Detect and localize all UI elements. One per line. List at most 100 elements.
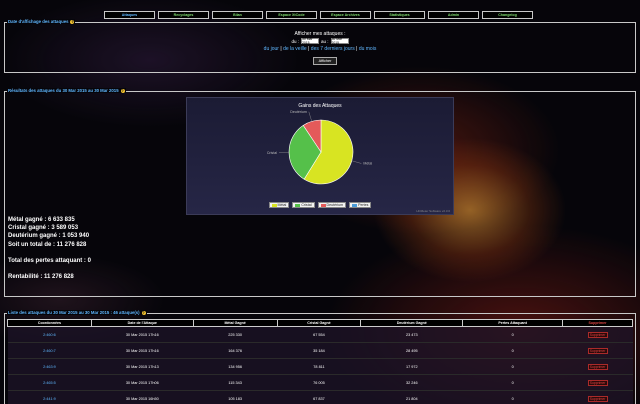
cristal-gained: Cristal gagné : 3 589 053 (8, 225, 79, 232)
pie-label-metal: Métal (363, 162, 372, 166)
pie-label-deuterium: Deutérium (290, 110, 307, 114)
pie-label-line-deuterium (308, 111, 312, 122)
pie-label-line-metal (351, 160, 362, 164)
tab-statistiques[interactable]: Statistiques (374, 11, 425, 19)
attack-date: 30 Mar 2015 17h13 (91, 358, 194, 375)
link-7-derniers-jours[interactable]: des 7 derniers jours (311, 46, 355, 52)
cristal-value: 76 005 (277, 374, 361, 391)
header-coordinates[interactable]: Coordonnées (7, 319, 92, 327)
deut-gained: Deutérium gagné : 1 053 940 (8, 233, 90, 240)
delete-button[interactable]: Supprimer (587, 395, 608, 402)
cristal-value: 67 554 (277, 326, 361, 343)
link-du-mois[interactable]: du mois (359, 46, 377, 52)
results-legend-text: Résultats des attaques du 30 Mar 2015 au… (8, 88, 119, 93)
deut-value: 17 972 (360, 358, 463, 375)
tab-recyclages[interactable]: Recyclages (158, 11, 209, 19)
help-icon[interactable]: ? (141, 310, 146, 315)
attack-date: 30 Mar 2015 17h16 (91, 342, 194, 359)
tab-bilan[interactable]: Bilan (212, 11, 263, 19)
table-row: 2:441:9 30 Mar 2015 16h50 105 183 67 837 21 … (7, 390, 633, 404)
tab-admin[interactable]: Admin (428, 11, 479, 19)
delete-cell: Supprimer (562, 326, 633, 343)
to-date-input[interactable]: 30 Mar 2015 (330, 37, 349, 45)
date-filter-legend: Date d'affichage des attaques ? (7, 19, 76, 24)
help-icon[interactable]: ? (70, 19, 75, 24)
date-filter-legend-text: Date d'affichage des attaques (8, 19, 69, 24)
legend-label: Deutérium (326, 203, 344, 207)
legend-swatch (320, 203, 326, 207)
deut-value: 32 246 (360, 374, 463, 391)
delete-button[interactable]: Supprimer (587, 363, 608, 370)
losses-value: 0 (462, 342, 563, 359)
table-row: 2:460:7 30 Mar 2015 17h16 164 376 35 184 28 … (7, 342, 633, 359)
metal-value: 115 343 (193, 374, 278, 391)
deut-value: 28 495 (360, 342, 463, 359)
coordinates-link[interactable]: 2:463:9 (7, 358, 92, 375)
tab-attaques[interactable]: Attaques (104, 11, 155, 19)
delete-button[interactable]: Supprimer (587, 379, 608, 386)
legend-item-deuterium[interactable]: Deutérium (317, 202, 347, 208)
chart-legend: Métal Cristal Deutérium Pertes (187, 202, 453, 208)
quick-range-links: du jour | de la veille | des 7 derniers … (263, 46, 377, 52)
gains-chart: Gains des Attaques Métal Cristal Deutérium… (186, 97, 454, 215)
help-icon[interactable]: ? (120, 88, 125, 93)
delete-button[interactable]: Supprimer (587, 347, 608, 354)
deut-value: 21 804 (360, 390, 463, 404)
legend-item-cristal[interactable]: Cristal (292, 202, 315, 208)
legend-label: Cristal (301, 203, 312, 207)
link-de-la-veille[interactable]: de la veille (283, 46, 307, 52)
attack-date: 30 Mar 2015 17h06 (91, 374, 194, 391)
pie-chart: Métal Cristal Deutérium (267, 110, 372, 185)
tab-espace-archives[interactable]: Espace Archives (320, 11, 371, 19)
attack-date: 30 Mar 2015 16h50 (91, 390, 194, 404)
table-row: 2:465:5 30 Mar 2015 17h06 115 343 76 005 32 … (7, 374, 633, 391)
header-losses[interactable]: Pertes Attaquant (462, 319, 564, 327)
results-panel: Résultats des attaques du 30 Mar 2015 au… (4, 88, 636, 297)
attack-list-panel: Liste des attaques du 30 Mar 2015 au 30 … (4, 310, 636, 404)
losses-value: 0 (462, 374, 563, 391)
delete-cell: Supprimer (562, 390, 633, 404)
losses-value: 0 (462, 358, 563, 375)
date-filter-title: Afficher mes attaques : (294, 31, 346, 37)
losses-value: 0 (462, 326, 563, 343)
pie-label-cristal: Cristal (267, 151, 277, 155)
header-cristal[interactable]: Cristal Gagné (276, 319, 362, 327)
metal-gained: Métal gagné : 6 633 835 (8, 217, 75, 223)
header-metal[interactable]: Métal Gagné (192, 319, 278, 327)
header-deut[interactable]: Deutérium Gagné (360, 319, 464, 327)
table-row: 2:460:6 30 Mar 2015 17h16 225 330 67 554 23 … (7, 326, 633, 343)
metal-value: 225 330 (193, 326, 278, 343)
table-row: 2:463:9 30 Mar 2015 17h13 134 956 78 811 17 … (7, 358, 633, 375)
attacker-losses: Total des pertes attaquant : 0 (8, 257, 91, 264)
to-label: au : (321, 38, 329, 44)
total-gained: Soit un total de : 11 276 828 (8, 241, 87, 248)
metal-value: 105 183 (193, 390, 278, 404)
legend-label: Pertes (358, 203, 369, 207)
cristal-value: 35 184 (277, 342, 361, 359)
coordinates-link[interactable]: 2:460:6 (7, 326, 92, 343)
metal-value: 164 376 (193, 342, 278, 359)
legend-item-metal[interactable]: Métal (268, 202, 290, 208)
tab-changelog[interactable]: Changelog (482, 11, 533, 19)
from-label: du : (291, 38, 299, 44)
gains-summary: Métal gagné : 6 633 835 Cristal gagné : … (8, 216, 91, 281)
rentability: Rentabilité : 11 276 828 (8, 274, 74, 281)
losses-value: 0 (462, 390, 563, 404)
delete-cell: Supprimer (562, 358, 633, 375)
legend-swatch (295, 203, 301, 207)
tab-espace-xtcode[interactable]: Espace XtCode (266, 11, 317, 19)
afficher-button[interactable]: Afficher (313, 57, 337, 65)
link-du-jour[interactable]: du jour (264, 46, 279, 52)
coordinates-link[interactable]: 2:465:5 (7, 374, 92, 391)
legend-item-pertes[interactable]: Pertes (349, 202, 372, 208)
coordinates-link[interactable]: 2:460:7 (7, 342, 92, 359)
coordinates-link[interactable]: 2:441:9 (7, 390, 92, 404)
attack-table: Coordonnées Date de l'Attaque Métal Gagn… (7, 319, 633, 404)
attack-list-legend-text: Liste des attaques du 30 Mar 2015 au 30 … (8, 310, 140, 315)
legend-label: Métal (277, 203, 287, 207)
date-filter-panel: Date d'affichage des attaques ? Afficher… (4, 19, 636, 73)
from-date-input[interactable]: 30 Mar 2015 (301, 37, 319, 45)
header-date[interactable]: Date de l'Attaque (90, 319, 194, 327)
delete-button[interactable]: Supprimer (587, 331, 608, 338)
cristal-value: 78 811 (277, 358, 361, 375)
